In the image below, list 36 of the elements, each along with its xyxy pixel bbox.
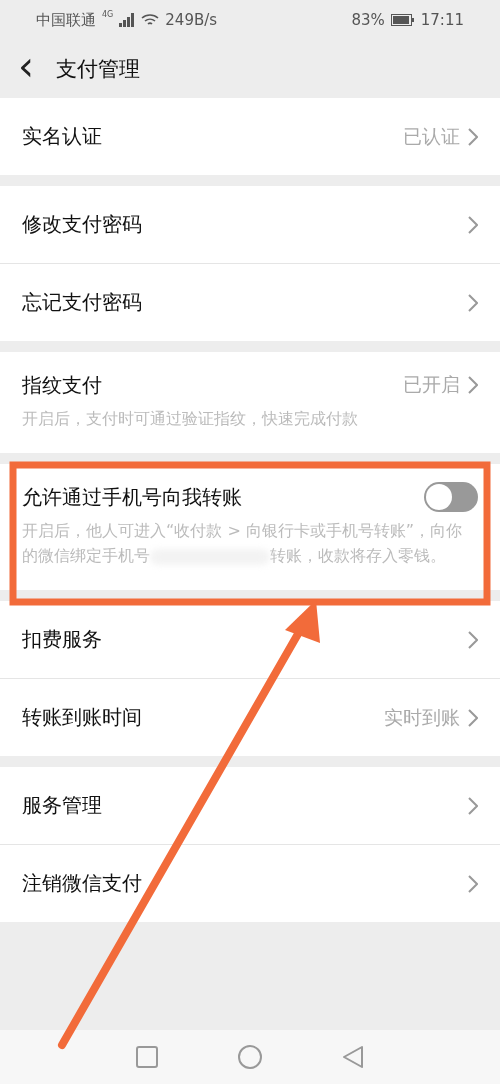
chevron-right-icon (468, 293, 478, 312)
chevron-right-icon (468, 796, 478, 815)
chevron-right-icon (468, 874, 478, 893)
network-type: 4G (102, 10, 114, 19)
chevron-right-icon (468, 376, 478, 394)
carrier-name: 中国联通 (36, 10, 96, 30)
row-label[interactable]: 服务管理 (22, 792, 468, 819)
signal-icon (119, 13, 136, 27)
row-label[interactable]: 转账到账时间 (22, 704, 384, 731)
clock-time: 17:11 (420, 11, 464, 29)
row-label[interactable]: 注销微信支付 (22, 870, 468, 897)
row-value: 已开启 (403, 372, 460, 397)
back-button[interactable]: ‹ (18, 46, 34, 86)
back-icon[interactable] (342, 1045, 364, 1069)
toggle-switch[interactable] (424, 482, 478, 512)
row-label[interactable]: 忘记支付密码 (22, 289, 468, 316)
recent-apps-icon[interactable] (136, 1046, 158, 1068)
chevron-right-icon (468, 215, 478, 234)
battery-percent: 83% (351, 11, 385, 29)
chevron-right-icon (468, 630, 478, 649)
row-value: 已认证 (403, 123, 460, 149)
network-speed: 249B/s (165, 11, 218, 29)
row-label[interactable]: 实名认证 (22, 123, 403, 150)
home-icon[interactable] (238, 1045, 262, 1069)
row-label[interactable]: 指纹支付 (22, 371, 403, 399)
page-title: 支付管理 (56, 56, 140, 83)
chevron-right-icon (468, 708, 478, 727)
row-value: 实时到账 (384, 704, 460, 730)
row-label[interactable]: 扣费服务 (22, 626, 468, 653)
row-description: 开启后，支付时可通过验证指纹，快速完成付款 (22, 408, 359, 430)
wifi-icon (141, 13, 160, 27)
row-label[interactable]: 修改支付密码 (22, 211, 468, 238)
chevron-right-icon (468, 127, 478, 146)
battery-icon (390, 14, 415, 26)
row-label[interactable]: 允许通过手机号向我转账 (22, 483, 424, 511)
row-description: 开启后，他人可进入“收付款 > 向银行卡或手机号转账”，向你的微信绑定手机号 转账，收款将存入零钱。 (22, 520, 464, 567)
